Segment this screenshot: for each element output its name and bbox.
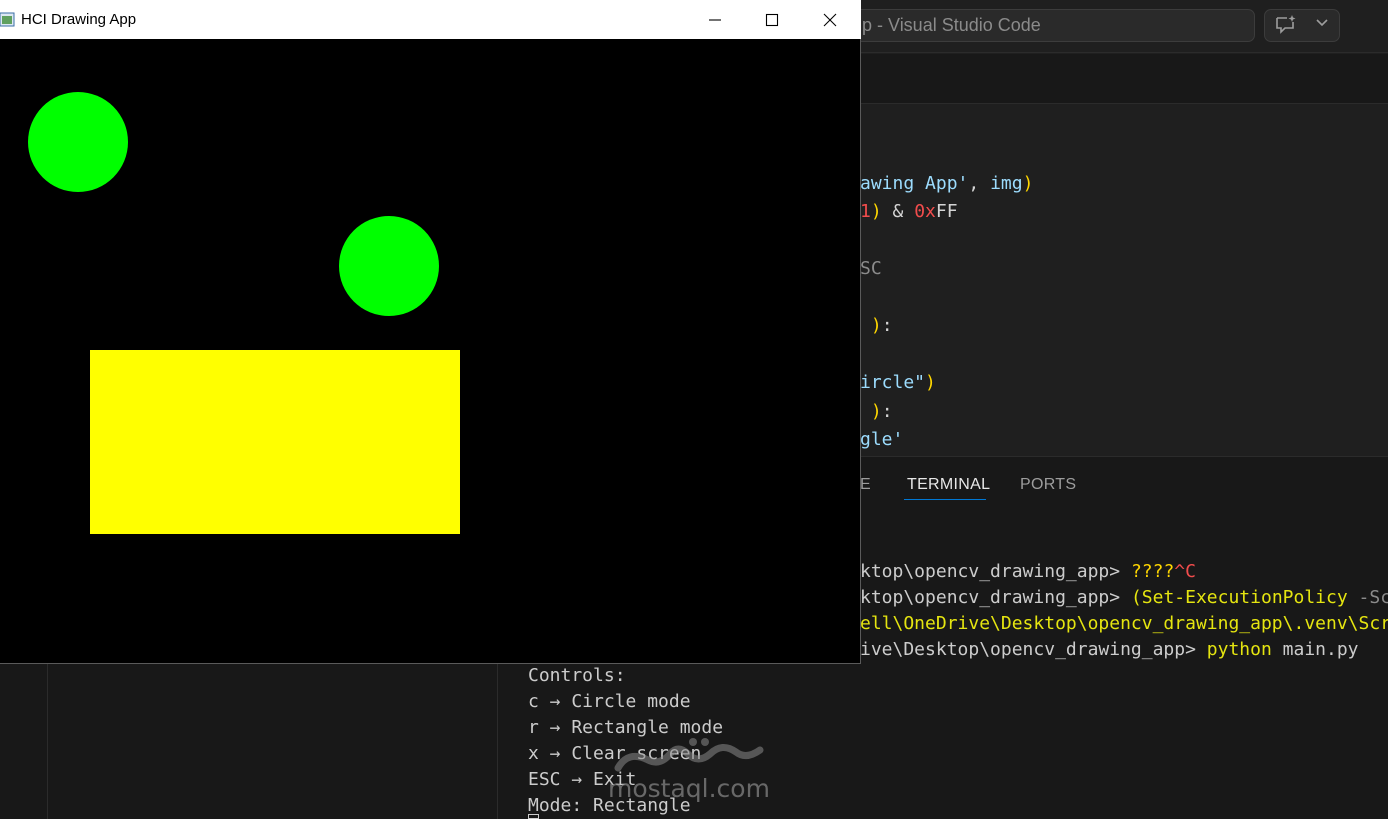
app-window-icon xyxy=(0,12,15,27)
code-line: 1) & 0xFF xyxy=(860,201,958,222)
code-token: ) xyxy=(925,372,936,393)
terminal-token: ^C xyxy=(1174,561,1196,582)
code-token: & xyxy=(881,201,915,222)
code-token: gle' xyxy=(860,429,904,450)
code-token: ) xyxy=(870,315,882,336)
terminal-cursor xyxy=(528,814,539,819)
code-token: img xyxy=(990,173,1023,194)
code-token: : xyxy=(881,315,893,336)
watermark-text: mostaql.com xyxy=(608,774,770,803)
terminal-line: ive\Desktop\opencv_drawing_app> python m… xyxy=(860,639,1359,660)
code-token: 0x xyxy=(914,201,936,222)
terminal-token: ???? xyxy=(1130,561,1175,582)
terminal-token: ktop\opencv_drawing_app> xyxy=(860,561,1131,582)
code-token: FF xyxy=(935,201,958,222)
code-line: ): xyxy=(860,315,893,336)
close-button[interactable] xyxy=(801,0,859,39)
terminal-token: ktop\opencv_drawing_app> xyxy=(860,587,1131,608)
drawn-circle xyxy=(28,92,128,192)
opencv-window-title: HCI Drawing App xyxy=(21,11,137,28)
maximize-button[interactable] xyxy=(743,0,801,39)
code-token: SC xyxy=(860,258,882,279)
terminal-token: ive\Desktop\opencv_drawing_app> xyxy=(860,639,1207,660)
chat-sparkle-icon[interactable] xyxy=(1275,14,1297,34)
code-line: ircle") xyxy=(860,372,936,393)
code-line: gle' xyxy=(860,429,903,450)
terminal-token: ell\OneDrive\Desktop\opencv_drawing_app\… xyxy=(860,613,1388,634)
code-token: ) xyxy=(870,201,882,222)
terminal-token: python xyxy=(1206,639,1272,660)
code-line: awing App', img) xyxy=(860,173,1033,194)
close-icon xyxy=(823,13,837,27)
vscode-window-title: p - Visual Studio Code xyxy=(862,15,1041,35)
code-line: SC xyxy=(860,258,882,279)
terminal-line: ell\OneDrive\Desktop\opencv_drawing_app\… xyxy=(860,613,1388,634)
code-token: : xyxy=(881,401,893,422)
sidebar xyxy=(48,663,498,819)
drawn-circle xyxy=(339,216,439,316)
terminal-token: -Sco xyxy=(1358,587,1388,608)
program-output-line: Controls: xyxy=(528,665,626,686)
drawing-canvas[interactable] xyxy=(0,39,860,663)
terminal-token: main.py xyxy=(1271,639,1359,660)
panel-tab-ports[interactable]: PORTS xyxy=(1020,476,1076,494)
program-output-line: c → Circle mode xyxy=(528,691,691,712)
code-token: ircle" xyxy=(860,372,926,393)
code-token: , xyxy=(968,173,991,194)
minimize-icon xyxy=(709,19,721,21)
activity-bar xyxy=(0,663,48,819)
terminal-line: ktop\opencv_drawing_app> (Set-ExecutionP… xyxy=(860,587,1388,608)
terminal-line: ktop\opencv_drawing_app> ????^C xyxy=(860,561,1196,582)
code-token: awing App' xyxy=(860,173,969,194)
terminal-token: (Set-ExecutionPolicy xyxy=(1130,587,1348,608)
code-token: ) xyxy=(870,401,882,422)
opencv-titlebar[interactable]: HCI Drawing App xyxy=(0,0,861,39)
opencv-window[interactable]: HCI Drawing App xyxy=(0,0,861,664)
panel-tab-terminal[interactable]: TERMINAL xyxy=(907,476,990,494)
drawn-rectangle xyxy=(90,350,460,534)
panel-tab-output[interactable]: E xyxy=(860,476,871,494)
chevron-down-icon[interactable] xyxy=(1315,18,1329,28)
code-token: 1 xyxy=(860,201,871,222)
maximize-icon xyxy=(765,13,779,27)
minimize-button[interactable] xyxy=(686,0,744,39)
active-tab-indicator xyxy=(904,499,986,500)
code-token: ) xyxy=(1022,173,1034,194)
code-line: ): xyxy=(860,401,893,422)
